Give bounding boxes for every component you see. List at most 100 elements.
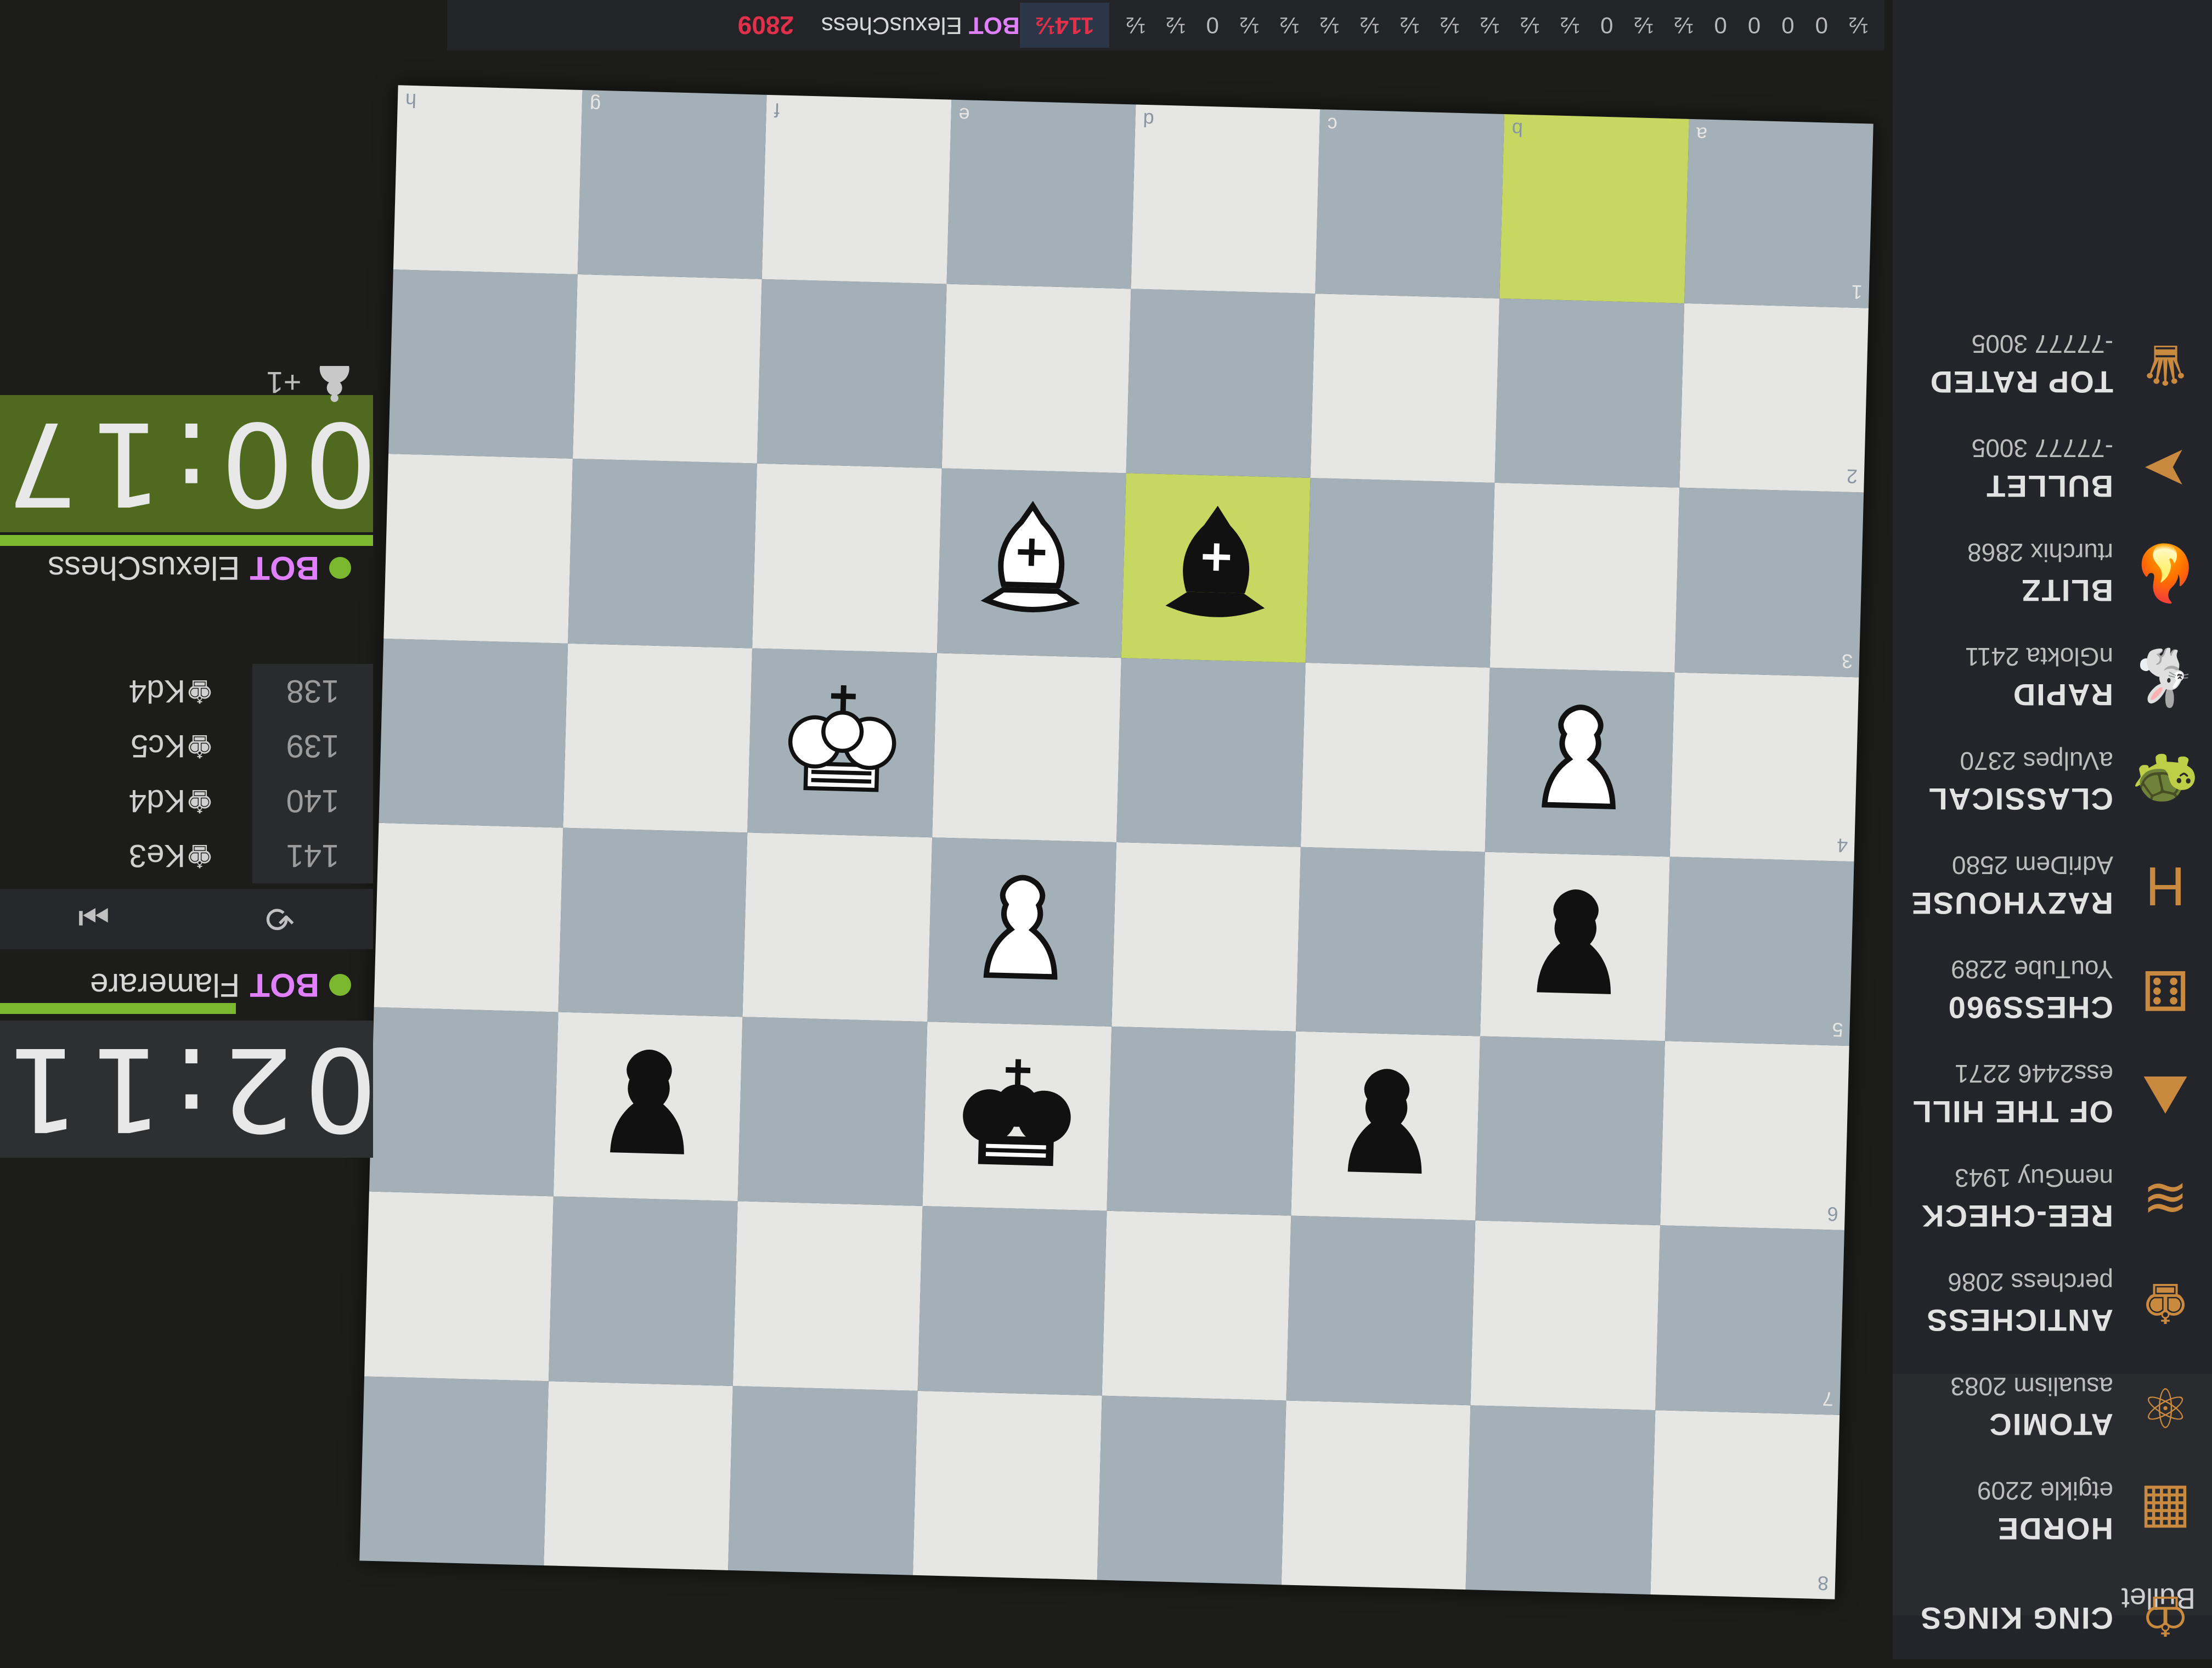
square-f8[interactable] [728, 1385, 918, 1575]
square-e3[interactable] [936, 468, 1126, 658]
square-f1[interactable]: f [762, 94, 952, 284]
result-cell[interactable]: ½ [1126, 12, 1145, 38]
move-row[interactable]: 140 ♚Kd4 [0, 774, 373, 829]
square-g6[interactable] [553, 1012, 743, 1202]
square-h2[interactable] [388, 269, 578, 459]
square-a5[interactable]: 5 [1664, 856, 1854, 1046]
square-e2[interactable] [941, 284, 1131, 474]
mode-item[interactable]: 🐢 CLASSICAL aVulpes 2370 [1893, 730, 2212, 834]
result-cell[interactable]: ½ [1240, 12, 1259, 38]
black-pawn-icon[interactable] [1291, 1032, 1481, 1221]
square-e6[interactable] [922, 1022, 1112, 1211]
black-bishop-icon[interactable] [1121, 474, 1311, 663]
square-d4[interactable] [1116, 657, 1306, 847]
mode-leader[interactable]: asualism 2083 [1950, 1372, 2113, 1402]
square-d1[interactable]: d [1131, 104, 1321, 294]
move-san[interactable]: ♚Kd4 [129, 673, 252, 710]
square-a6[interactable]: 6 [1660, 1041, 1849, 1231]
square-a7[interactable]: 7 [1655, 1225, 1844, 1415]
move-row[interactable]: 138 ♚Kd4 [0, 664, 373, 719]
square-f3[interactable] [752, 464, 942, 653]
chessboard[interactable]: 87654321abcdefgh [359, 85, 1874, 1599]
move-row[interactable]: 141 ♚Ke3 [0, 829, 373, 883]
result-cell[interactable]: ½ [1400, 12, 1419, 38]
white-pawn-icon[interactable] [1485, 667, 1674, 856]
black-king-icon[interactable] [922, 1022, 1111, 1211]
square-c6[interactable] [1291, 1031, 1481, 1221]
move-row[interactable]: 139 ♚Kc5 [0, 719, 373, 774]
square-g8[interactable] [544, 1380, 733, 1570]
square-f2[interactable] [757, 279, 947, 469]
result-cell[interactable]: 0 [1815, 12, 1828, 38]
last-move-icon[interactable]: ⏭ [78, 899, 110, 940]
square-e4[interactable] [932, 653, 1121, 842]
black-pawn-icon[interactable] [1480, 852, 1669, 1041]
player-bottom[interactable]: BOT ElexusChess [48, 549, 351, 587]
square-d5[interactable] [1111, 842, 1301, 1032]
square-c4[interactable] [1301, 662, 1491, 852]
mode-item[interactable]: 🔥 BLITZ rturchix 2868 [1893, 521, 2212, 626]
square-d6[interactable] [1107, 1027, 1296, 1216]
mode-item[interactable]: ≋ REE-CHECK nemGuy 1943 [1893, 1147, 2212, 1251]
result-cell[interactable]: ½ [1280, 12, 1299, 38]
white-pawn-icon[interactable] [927, 837, 1116, 1027]
mode-item[interactable]: ▦ HORDE etgikle 2209 [1893, 1460, 2212, 1564]
square-c3[interactable] [1305, 478, 1495, 668]
result-cell[interactable]: ½ [1634, 12, 1653, 38]
square-c2[interactable] [1310, 294, 1500, 483]
mode-item[interactable]: ⚅ CHESS960 YouTube 2289 [1893, 938, 2212, 1042]
mode-item[interactable]: 🐇 RAPID nGlokta 2411 [1893, 626, 2212, 730]
square-c5[interactable] [1296, 847, 1486, 1036]
square-c8[interactable] [1281, 1400, 1471, 1590]
square-g7[interactable] [549, 1196, 738, 1386]
result-cell[interactable]: ½ [1166, 12, 1185, 38]
square-c7[interactable] [1286, 1216, 1476, 1406]
result-cell[interactable]: ½ [1849, 12, 1868, 38]
player-top[interactable]: BOT Flamerare [90, 966, 351, 1004]
white-king-icon[interactable] [748, 648, 937, 837]
square-c1[interactable]: c [1315, 109, 1505, 299]
result-cell[interactable]: 0 [1781, 12, 1794, 38]
square-e1[interactable]: e [946, 99, 1136, 289]
square-f6[interactable] [738, 1017, 928, 1207]
mode-leader[interactable]: -77777 3005 [1929, 330, 2113, 359]
mode-leader[interactable]: AdriDem 2580 [1910, 851, 2113, 881]
square-e7[interactable] [917, 1206, 1107, 1396]
square-h6[interactable] [369, 1007, 558, 1197]
result-cell[interactable]: 0 [1600, 12, 1613, 38]
mode-leader[interactable]: YouTube 2289 [1948, 955, 2113, 985]
flip-board-icon[interactable]: ⟲ [266, 899, 295, 940]
mode-item[interactable]: ♔ CING KINGS [1893, 1564, 2212, 1668]
square-b8[interactable] [1466, 1405, 1655, 1594]
result-cell[interactable]: 0 [1748, 12, 1760, 38]
mode-leader[interactable]: etgikle 2209 [1977, 1477, 2113, 1506]
square-b1[interactable]: b [1499, 114, 1689, 304]
square-g3[interactable] [568, 459, 758, 649]
result-cell[interactable]: ½ [1480, 12, 1499, 38]
square-b2[interactable] [1494, 298, 1684, 488]
mode-item[interactable]: ⛰ OF THE HILL ess2446 2271 [1893, 1042, 2212, 1147]
square-h5[interactable] [374, 822, 563, 1012]
square-d7[interactable] [1102, 1211, 1291, 1401]
result-cell[interactable]: ½ [1674, 12, 1694, 38]
square-f4[interactable] [747, 648, 937, 838]
square-h4[interactable] [379, 638, 568, 828]
square-a8[interactable]: 8 [1650, 1410, 1840, 1599]
square-f7[interactable] [733, 1201, 923, 1391]
square-a3[interactable]: 3 [1674, 488, 1864, 678]
square-h1[interactable]: h [393, 85, 583, 275]
mode-leader[interactable]: perchess 2086 [1926, 1268, 2113, 1298]
square-e8[interactable] [912, 1390, 1102, 1580]
square-e5[interactable] [927, 837, 1116, 1027]
square-b5[interactable] [1480, 852, 1670, 1041]
square-d2[interactable] [1126, 289, 1316, 478]
square-h3[interactable] [383, 454, 573, 644]
result-cell[interactable]: 0 [1206, 12, 1218, 38]
mode-item[interactable]: ♚ ANTICHESS perchess 2086 [1893, 1251, 2212, 1355]
square-g4[interactable] [563, 643, 753, 833]
mode-leader[interactable]: rturchix 2868 [1967, 538, 2113, 568]
result-cell[interactable]: ½ [1320, 12, 1339, 38]
mode-item[interactable]: ➤ BULLET -77777 3005 [1893, 417, 2212, 521]
result-cell[interactable]: ½ [1520, 12, 1539, 38]
square-g2[interactable] [573, 274, 763, 464]
